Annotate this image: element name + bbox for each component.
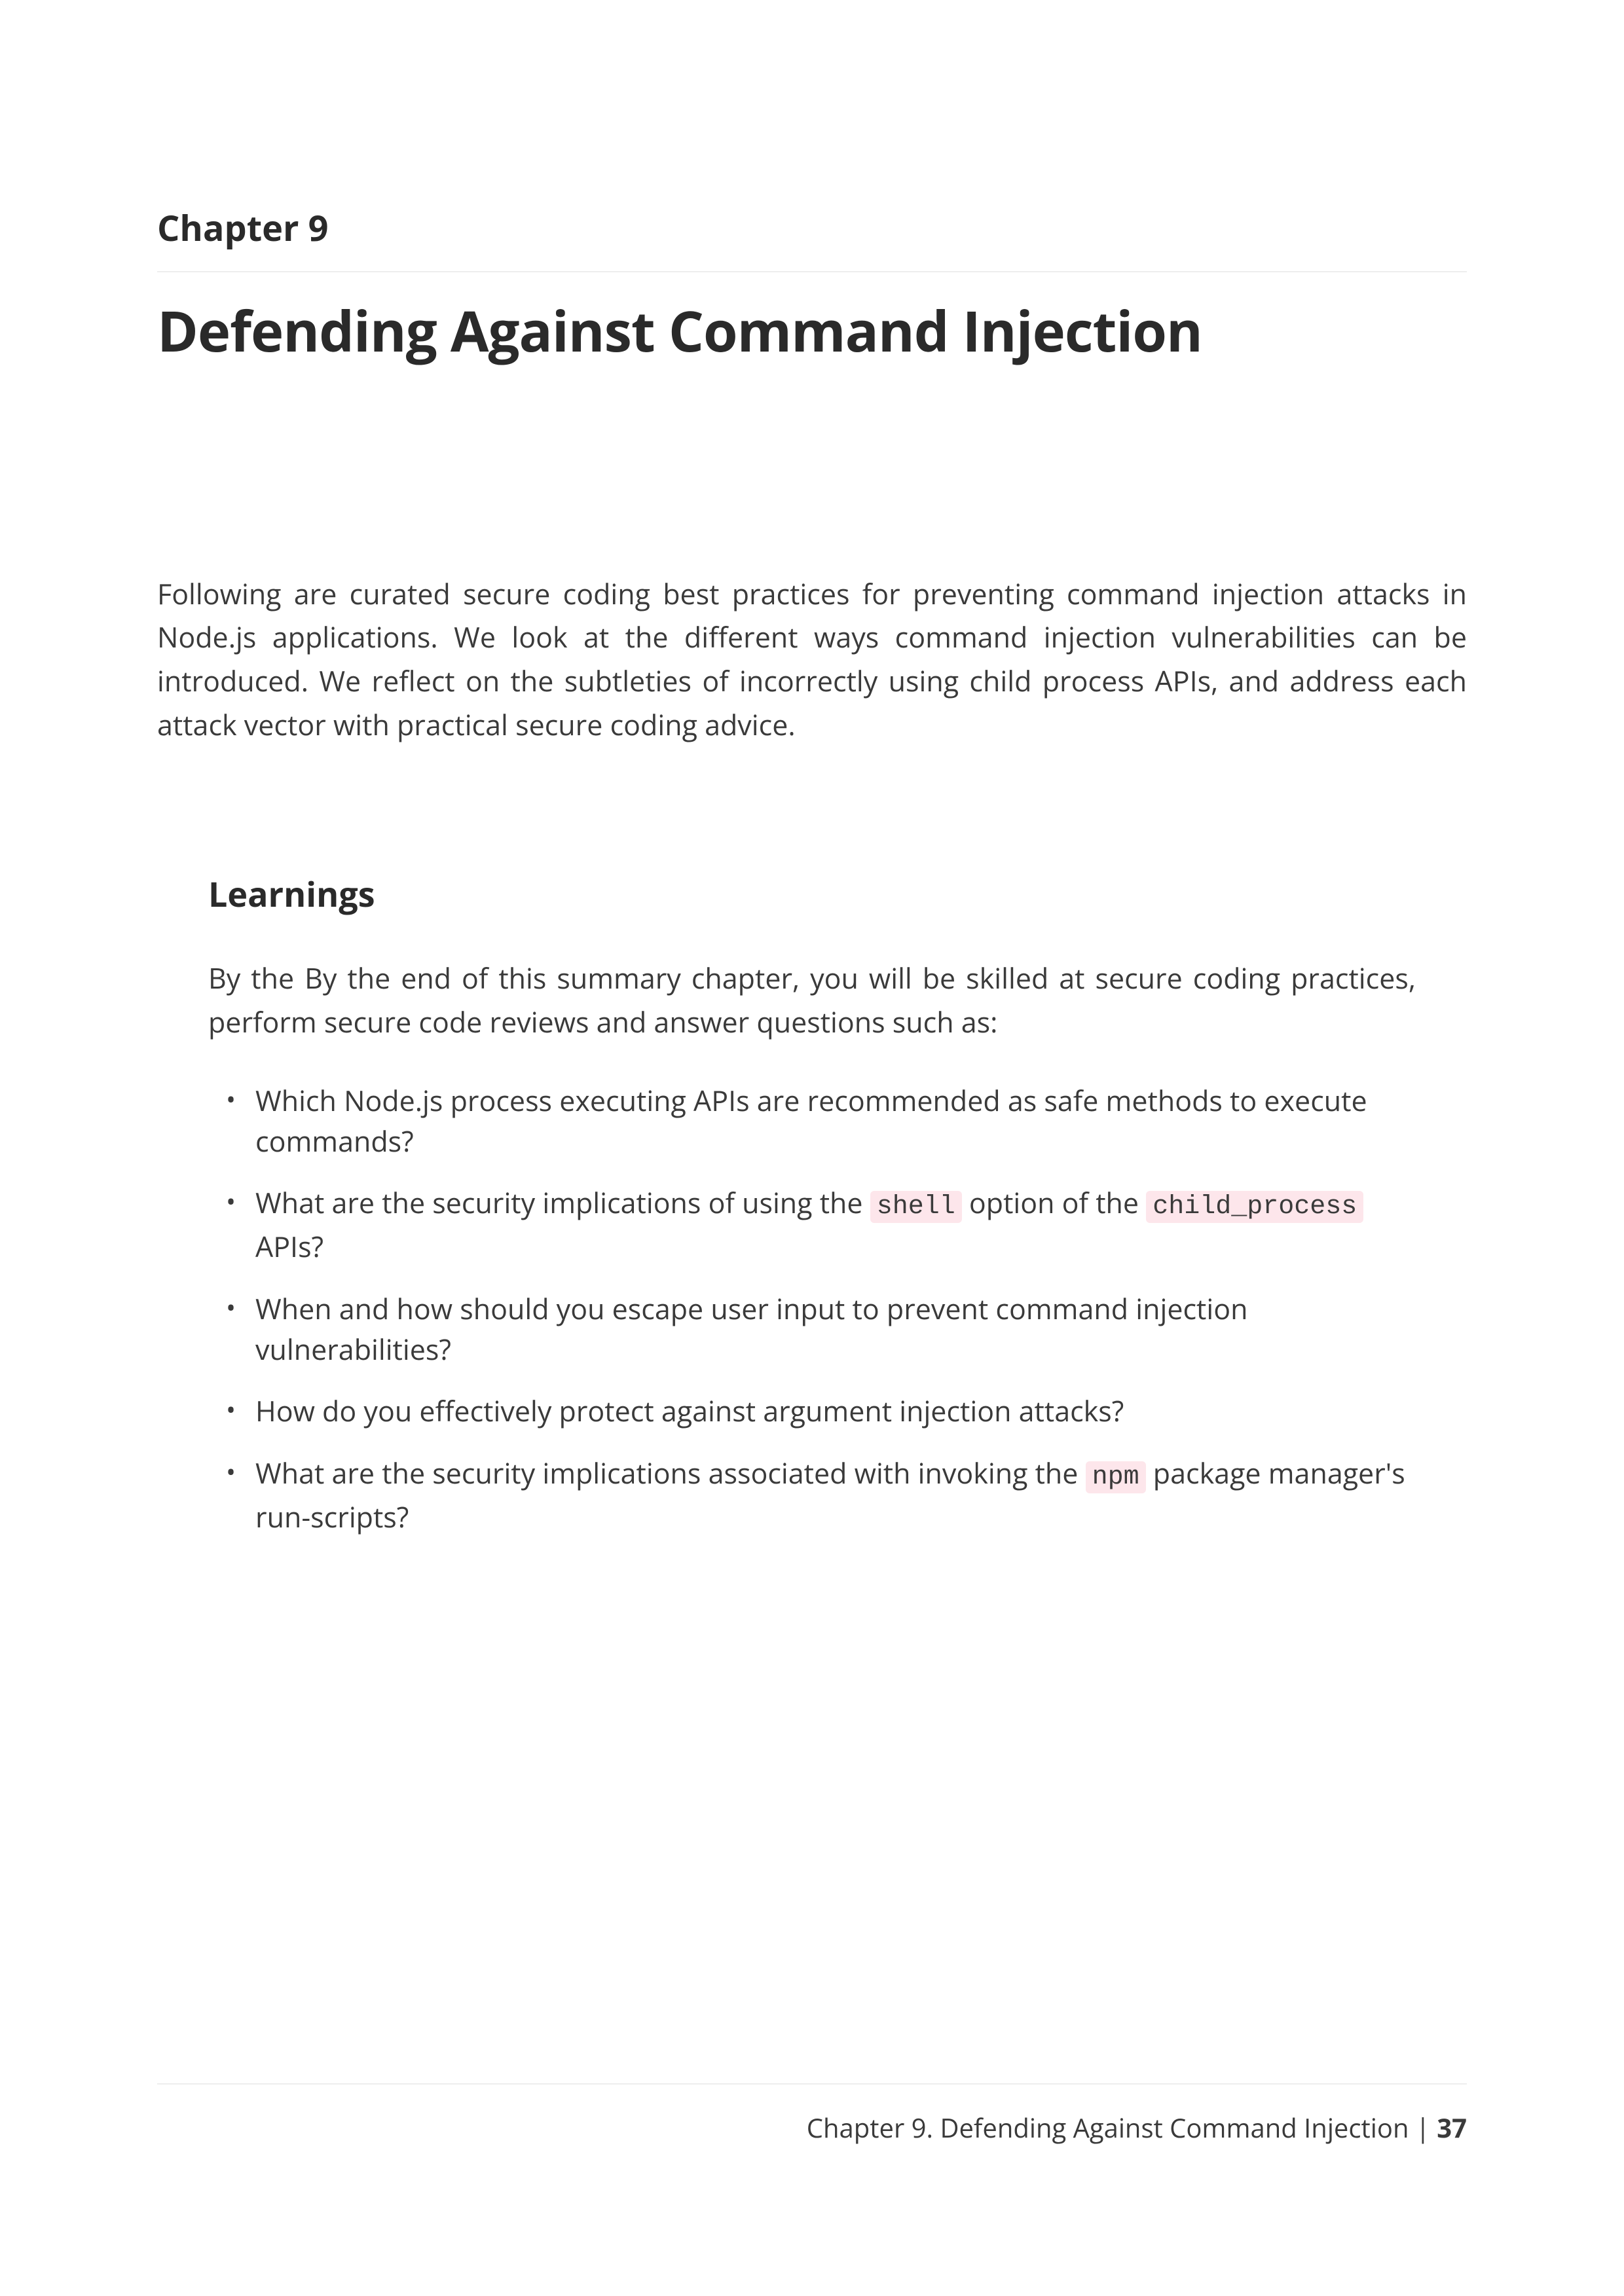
document-page: Chapter 9 Defending Against Command Inje…: [0, 0, 1624, 2296]
page-footer: Chapter 9. Defending Against Command Inj…: [157, 2083, 1467, 2145]
learnings-section: Learnings By the By the end of this summ…: [157, 871, 1467, 1537]
learnings-heading: Learnings: [208, 871, 1416, 917]
intro-paragraph: Following are curated secure coding best…: [157, 572, 1467, 747]
chapter-title: Defending Against Command Injection: [157, 299, 1467, 363]
inline-code: child_process: [1146, 1191, 1363, 1223]
chapter-label: Chapter 9: [157, 203, 1467, 251]
list-item: What are the security implications assoc…: [255, 1453, 1416, 1537]
learnings-intro: By the By the end of this summary chapte…: [208, 957, 1416, 1044]
learnings-list: Which Node.js process executing APIs are…: [208, 1080, 1416, 1537]
list-item: How do you effectively protect against a…: [255, 1391, 1416, 1431]
list-item: What are the security implications of us…: [255, 1182, 1416, 1267]
footer-separator: |: [1409, 2109, 1437, 2145]
footer-page-number: 37: [1437, 2109, 1467, 2145]
list-item: When and how should you escape user inpu…: [255, 1288, 1416, 1370]
list-item: Which Node.js process executing APIs are…: [255, 1080, 1416, 1162]
chapter-divider: [157, 271, 1467, 272]
inline-code: shell: [870, 1191, 962, 1223]
footer-text: Chapter 9. Defending Against Command Inj…: [807, 2109, 1409, 2145]
inline-code: npm: [1086, 1461, 1146, 1493]
